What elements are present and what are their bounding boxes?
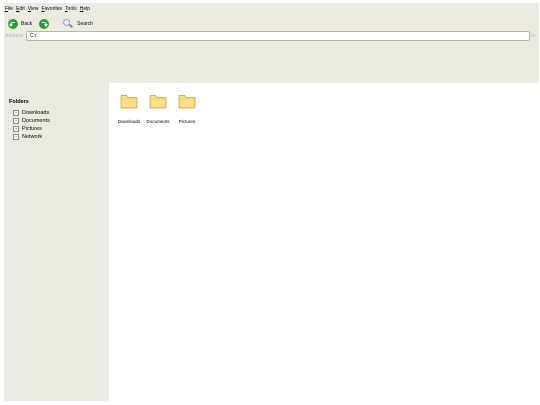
menu-file[interactable]: File [5,5,13,13]
tree-item-documents[interactable]: + Documents [13,117,50,125]
back-button[interactable]: Back [6,17,34,31]
file-list: Downloads Documents Pictures [115,94,202,124]
menu-bar: File Edit View Favorites Tools Help [5,5,90,13]
back-label: Back [21,21,33,27]
go-button[interactable]: Go [529,33,536,39]
expand-icon[interactable]: + [13,126,19,132]
tree-item-network[interactable]: + Network [13,133,50,141]
folders-pane: Folders + Downloads + Documents + Pictur… [4,95,108,395]
search-label: Search [77,21,93,27]
address-input[interactable] [26,31,530,41]
menu-edit[interactable]: Edit [16,5,25,13]
menu-help[interactable]: Help [80,5,90,13]
forward-button[interactable] [35,17,51,31]
address-bar: Address Go [4,31,539,41]
expand-icon[interactable]: + [13,110,19,116]
menu-favorites[interactable]: Favorites [41,5,62,13]
tree-item-label: Documents [22,118,50,124]
tree-item-label: Downloads [22,110,50,116]
expand-icon[interactable]: + [13,134,19,140]
back-arrow-icon [8,19,18,29]
file-view[interactable]: Downloads Documents Pictures [109,83,539,401]
file-name: Pictures [178,119,196,124]
file-name: Downloads [117,119,141,124]
expand-icon[interactable]: + [13,118,19,124]
address-label: Address [5,33,24,39]
file-item-documents[interactable]: Documents [144,94,172,124]
toolbar: Back Search [6,16,99,32]
magnifier-icon [62,19,72,29]
folders-title: Folders [9,99,29,105]
explorer-window: File Edit View Favorites Tools Help Back… [4,3,539,401]
file-name: Documents [146,119,170,124]
folder-tree: + Downloads + Documents + Pictures + Net… [13,109,50,141]
forward-arrow-icon [39,19,50,29]
tree-item-label: Pictures [22,126,42,132]
file-item-pictures[interactable]: Pictures [173,94,201,124]
search-button[interactable]: Search [58,17,95,31]
tree-item-pictures[interactable]: + Pictures [13,125,50,133]
menu-tools[interactable]: Tools [65,5,77,13]
file-item-downloads[interactable]: Downloads [115,94,143,124]
menu-view[interactable]: View [28,5,39,13]
tree-item-downloads[interactable]: + Downloads [13,109,50,117]
folder-icon [149,95,167,109]
tree-item-label: Network [22,134,43,140]
folder-icon [178,95,196,109]
folder-icon [120,95,138,109]
